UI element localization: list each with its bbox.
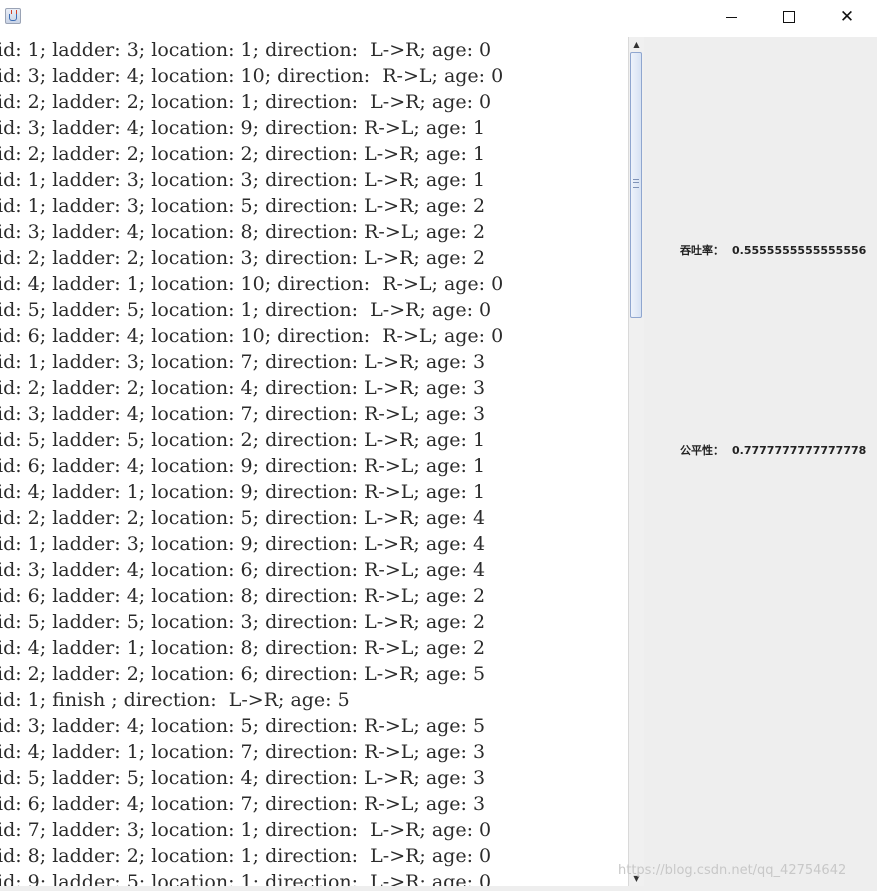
maximize-icon bbox=[783, 11, 795, 23]
log-line: id: 1; ladder: 3; location: 5; direction… bbox=[0, 195, 486, 217]
throughput-stat: 吞吐率： 0.5555555555555556 bbox=[680, 242, 866, 258]
throughput-value: 0.5555555555555556 bbox=[732, 244, 867, 257]
log-line: id: 1; ladder: 3; location: 1; direction… bbox=[0, 39, 492, 61]
log-line: id: 6; ladder: 4; location: 7; direction… bbox=[0, 793, 486, 815]
window-bottom-edge bbox=[0, 886, 877, 891]
log-line: id: 6; ladder: 4; location: 9; direction… bbox=[0, 455, 486, 477]
log-line: id: 2; ladder: 2; location: 6; direction… bbox=[0, 663, 486, 685]
close-icon: ✕ bbox=[839, 6, 855, 27]
log-line: id: 5; ladder: 5; location: 2; direction… bbox=[0, 429, 486, 451]
log-line: id: 9; ladder: 5; location: 1; direction… bbox=[0, 871, 492, 886]
log-line: id: 2; ladder: 2; location: 5; direction… bbox=[0, 507, 486, 529]
minimize-icon bbox=[725, 16, 737, 18]
scroll-thumb[interactable] bbox=[630, 52, 642, 318]
log-line: id: 1; ladder: 3; location: 7; direction… bbox=[0, 351, 486, 373]
watermark-text: https://blog.csdn.net/qq_42754642 bbox=[618, 863, 847, 878]
log-line: id: 2; ladder: 2; location: 1; direction… bbox=[0, 91, 492, 113]
log-line: id: 5; ladder: 5; location: 4; direction… bbox=[0, 767, 486, 789]
log-line: id: 6; ladder: 4; location: 10; directio… bbox=[0, 325, 504, 347]
log-line: id: 7; ladder: 3; location: 1; direction… bbox=[0, 819, 492, 841]
fairness-value: 0.7777777777777778 bbox=[732, 444, 867, 457]
log-line: id: 1; ladder: 3; location: 3; direction… bbox=[0, 169, 486, 191]
java-app-icon[interactable] bbox=[5, 8, 21, 24]
log-line: id: 3; ladder: 4; location: 6; direction… bbox=[0, 559, 486, 581]
log-line: id: 6; ladder: 4; location: 8; direction… bbox=[0, 585, 486, 607]
close-button[interactable]: ✕ bbox=[818, 0, 876, 34]
log-line: id: 4; ladder: 1; location: 7; direction… bbox=[0, 741, 486, 763]
grip-icon bbox=[633, 179, 639, 188]
log-line: id: 4; ladder: 1; location: 8; direction… bbox=[0, 637, 486, 659]
title-bar: ✕ bbox=[0, 0, 877, 34]
log-line: id: 1; finish ; direction: L->R; age: 5 bbox=[0, 689, 350, 711]
log-line: id: 2; ladder: 2; location: 4; direction… bbox=[0, 377, 486, 399]
log-line: id: 2; ladder: 2; location: 3; direction… bbox=[0, 247, 486, 269]
log-line: id: 3; ladder: 4; location: 10; directio… bbox=[0, 65, 504, 87]
log-line: id: 2; ladder: 2; location: 2; direction… bbox=[0, 143, 486, 165]
log-line: id: 4; ladder: 1; location: 10; directio… bbox=[0, 273, 504, 295]
log-line: id: 8; ladder: 2; location: 1; direction… bbox=[0, 845, 492, 867]
log-lines: id: 1; ladder: 3; location: 1; direction… bbox=[0, 37, 503, 886]
fairness-stat: 公平性： 0.7777777777777778 bbox=[680, 442, 866, 458]
log-line: id: 3; ladder: 4; location: 5; direction… bbox=[0, 715, 486, 737]
throughput-label: 吞吐率： bbox=[680, 244, 724, 257]
log-line: id: 5; ladder: 5; location: 3; direction… bbox=[0, 611, 486, 633]
log-line: id: 3; ladder: 4; location: 8; direction… bbox=[0, 221, 486, 243]
log-line: id: 3; ladder: 4; location: 9; direction… bbox=[0, 117, 486, 139]
maximize-button[interactable] bbox=[760, 0, 818, 34]
log-text-area[interactable]: id: 1; ladder: 3; location: 1; direction… bbox=[0, 37, 628, 886]
fairness-label: 公平性： bbox=[680, 444, 724, 457]
log-line: id: 4; ladder: 1; location: 9; direction… bbox=[0, 481, 486, 503]
minimize-button[interactable] bbox=[702, 0, 760, 34]
scroll-up-arrow-icon[interactable]: ▲ bbox=[629, 37, 644, 52]
log-line: id: 3; ladder: 4; location: 7; direction… bbox=[0, 403, 486, 425]
log-line: id: 1; ladder: 3; location: 9; direction… bbox=[0, 533, 486, 555]
vertical-scrollbar[interactable]: ▲ ▼ bbox=[628, 37, 644, 886]
stats-panel: 吞吐率： 0.5555555555555556 公平性： 0.77777777777… bbox=[644, 37, 877, 886]
log-line: id: 5; ladder: 5; location: 1; direction… bbox=[0, 299, 492, 321]
